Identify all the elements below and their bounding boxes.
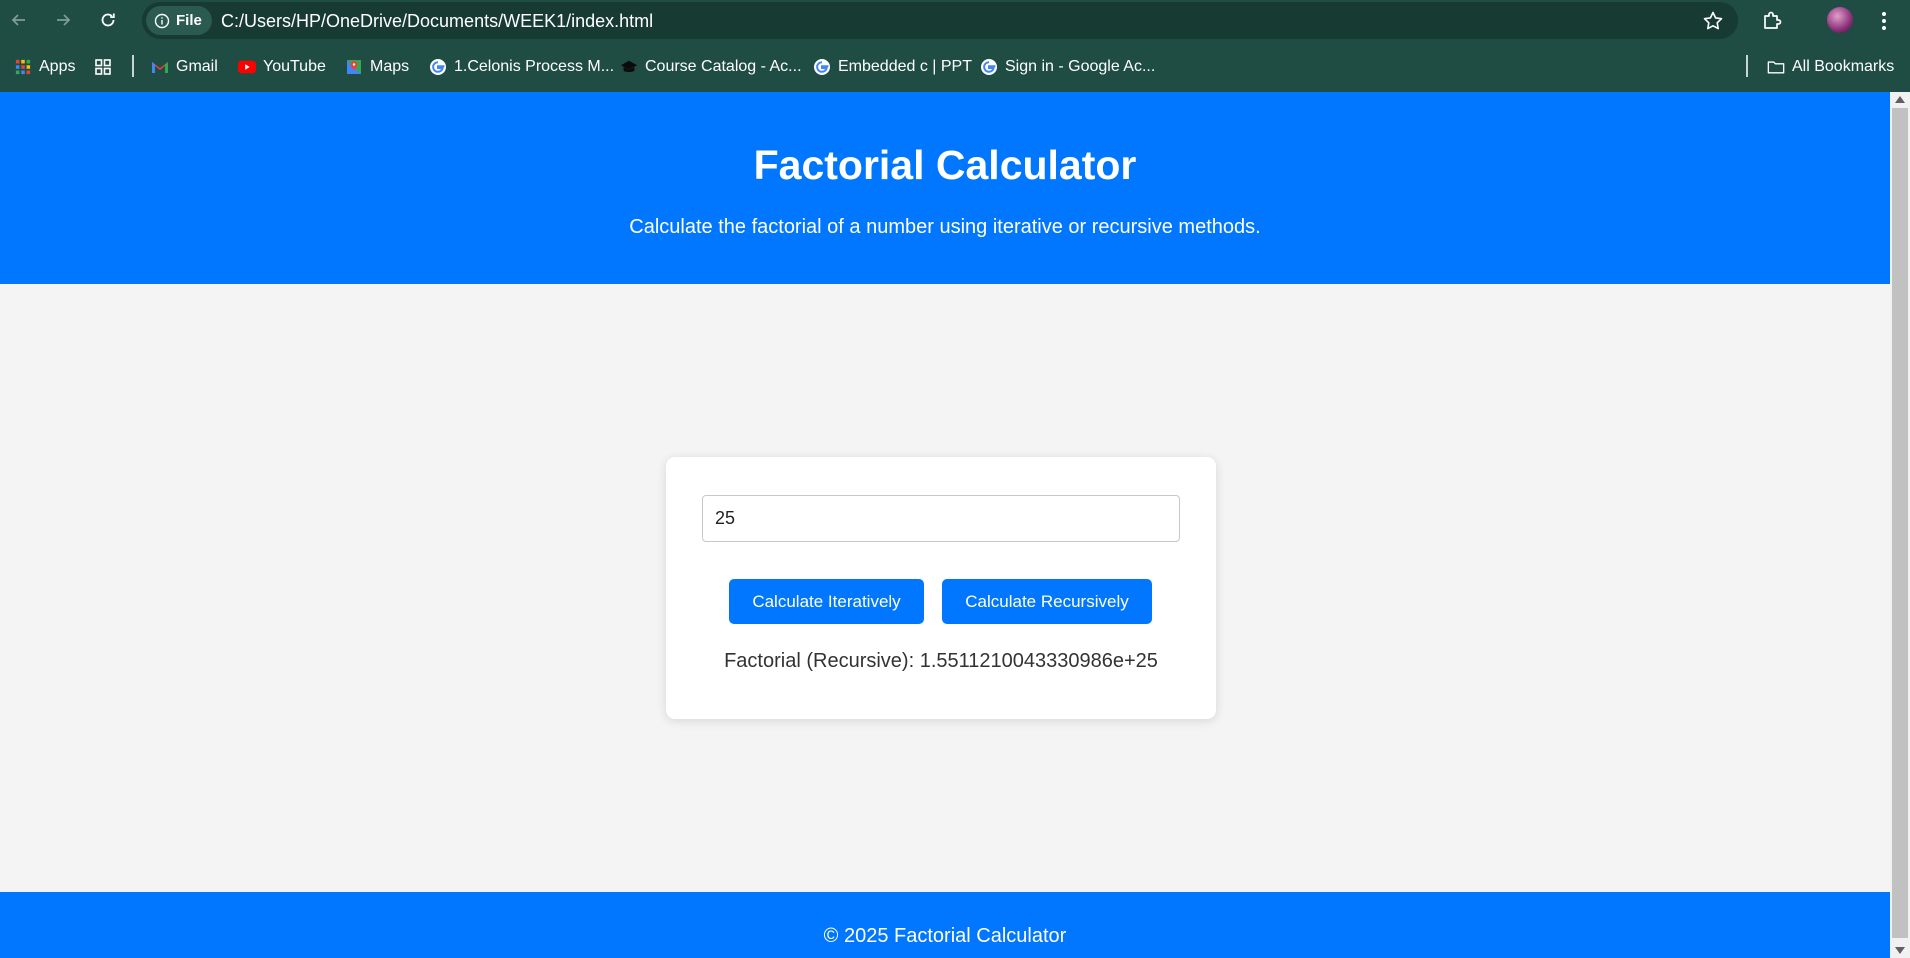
- forward-arrow-icon: [57, 14, 71, 26]
- browser-toolbar: File C:/Users/HP/OneDrive/Documents/WEEK…: [0, 0, 1910, 41]
- bookmark-label: Course Catalog - Ac...: [645, 58, 802, 75]
- puzzle-icon: [1764, 11, 1782, 29]
- result-text: Factorial (Recursive): 1.551121004333098…: [724, 650, 1158, 672]
- profile-avatar[interactable]: [1827, 7, 1853, 33]
- bookmark-label: Gmail: [176, 58, 218, 75]
- menu-button[interactable]: [1871, 8, 1897, 34]
- footer-text: © 2025 Factorial Calculator: [823, 925, 1067, 947]
- bookmark-apps[interactable]: Apps: [14, 55, 75, 79]
- bookmarks-bar: Apps Gmail YouTube Maps 1.Celonis Proces…: [0, 41, 1910, 92]
- bookmark-label: YouTube: [263, 58, 326, 75]
- page-subtitle: Calculate the factorial of a number usin…: [629, 216, 1261, 238]
- graduation-cap-icon: [620, 58, 638, 76]
- url-text[interactable]: C:/Users/HP/OneDrive/Documents/WEEK1/ind…: [221, 11, 653, 32]
- calculator-card: Calculate Iteratively Calculate Recursiv…: [666, 457, 1216, 719]
- maps-icon: [345, 58, 363, 76]
- apps-grid-icon: [14, 58, 32, 76]
- bookmark-celonis[interactable]: 1.Celonis Process M...: [429, 55, 614, 79]
- google-icon: [813, 58, 831, 76]
- reload-button[interactable]: [95, 7, 121, 33]
- folder-icon: [1767, 58, 1785, 76]
- info-icon: [154, 13, 170, 28]
- gmail-icon: [151, 58, 169, 76]
- youtube-icon: [238, 58, 256, 76]
- page-viewport: Factorial Calculator Calculate the facto…: [0, 92, 1890, 958]
- vertical-scrollbar[interactable]: [1890, 92, 1910, 958]
- extensions-button[interactable]: [1759, 8, 1785, 34]
- scrollbar-thumb[interactable]: [1892, 108, 1908, 938]
- kebab-menu-icon: [1882, 12, 1886, 30]
- bookmark-youtube[interactable]: YouTube: [238, 55, 326, 79]
- back-button[interactable]: [6, 7, 32, 33]
- tab-grid-icon: [94, 58, 112, 76]
- scroll-down-arrow-icon[interactable]: [1895, 947, 1905, 954]
- bookmark-label: 1.Celonis Process M...: [454, 58, 615, 75]
- page-header: Factorial Calculator Calculate the facto…: [0, 92, 1890, 284]
- bookmark-label: Sign in - Google Ac...: [1005, 58, 1156, 75]
- forward-button[interactable]: [50, 7, 76, 33]
- back-arrow-icon: [11, 14, 25, 26]
- scroll-up-arrow-icon[interactable]: [1895, 96, 1905, 103]
- reload-icon: [101, 13, 115, 27]
- google-icon: [980, 58, 998, 76]
- address-bar[interactable]: File C:/Users/HP/OneDrive/Documents/WEEK…: [142, 2, 1738, 39]
- bookmarks-divider: [132, 55, 134, 77]
- bookmark-google-signin[interactable]: Sign in - Google Ac...: [980, 55, 1155, 79]
- bookmark-label: Maps: [370, 58, 410, 75]
- site-info-chip[interactable]: File: [146, 6, 212, 35]
- bookmark-maps[interactable]: Maps: [345, 55, 409, 79]
- bookmark-star-icon[interactable]: [1702, 10, 1724, 32]
- google-icon: [429, 58, 447, 76]
- bookmark-gmail[interactable]: Gmail: [151, 55, 218, 79]
- bookmark-label: Apps: [39, 58, 76, 75]
- calculate-iteratively-button[interactable]: Calculate Iteratively: [729, 579, 924, 624]
- all-bookmarks-button[interactable]: All Bookmarks: [1767, 55, 1894, 79]
- file-chip-label: File: [176, 12, 202, 29]
- bookmark-course-catalog[interactable]: Course Catalog - Ac...: [620, 55, 802, 79]
- calculate-recursively-button[interactable]: Calculate Recursively: [942, 579, 1152, 624]
- page-title: Factorial Calculator: [753, 142, 1137, 188]
- tab-groups-button[interactable]: [94, 55, 112, 79]
- bookmark-embedded-c[interactable]: Embedded c | PPT: [813, 55, 972, 79]
- number-input[interactable]: [702, 495, 1180, 542]
- all-bookmarks-label: All Bookmarks: [1792, 58, 1895, 75]
- bookmarks-divider: [1746, 55, 1748, 77]
- page-footer: © 2025 Factorial Calculator: [0, 892, 1890, 958]
- bookmark-label: Embedded c | PPT: [838, 58, 972, 75]
